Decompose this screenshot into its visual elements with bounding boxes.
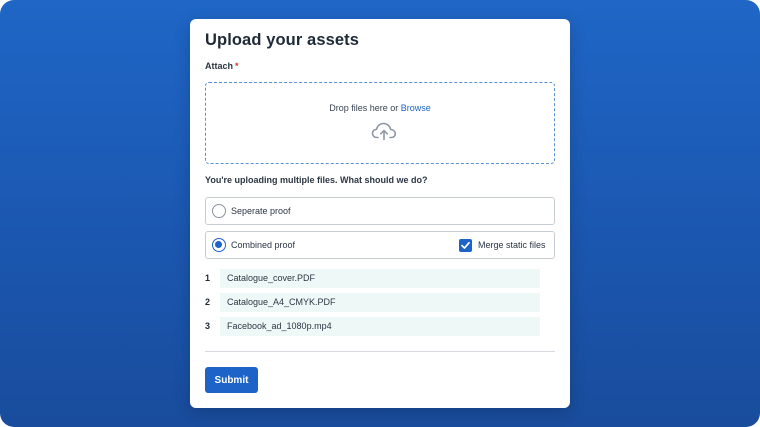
checkmark-icon (461, 241, 470, 249)
radio-combined-proof[interactable] (212, 238, 226, 252)
dropzone-instruction: Drop files here or (329, 103, 399, 113)
file-index: 1 (205, 273, 211, 283)
file-name: Facebook_ad_1080p.mp4 (220, 317, 540, 336)
option-separate-proof[interactable]: Seperate proof (205, 197, 555, 225)
file-index: 3 (205, 321, 211, 331)
file-list-item: 2 Catalogue_A4_CMYK.PDF (205, 293, 540, 312)
option-combined-proof[interactable]: Combined proof Merge static files (205, 231, 555, 259)
divider (205, 351, 555, 352)
option-label: Combined proof (231, 240, 296, 250)
file-index: 2 (205, 297, 211, 307)
file-name: Catalogue_cover.PDF (220, 269, 540, 288)
page-title: Upload your assets (205, 31, 360, 49)
merge-static-checkbox[interactable] (459, 239, 472, 252)
cloud-upload-icon (371, 122, 397, 141)
file-list-item: 3 Facebook_ad_1080p.mp4 (205, 317, 540, 336)
radio-separate-proof[interactable] (212, 204, 226, 218)
required-marker: * (235, 61, 239, 71)
attach-label: Attach * (205, 61, 239, 71)
merge-static-label: Merge static files (478, 240, 546, 250)
upload-card: Upload your assets Attach * Drop files he… (190, 19, 570, 408)
file-dropzone[interactable]: Drop files here or Browse (205, 82, 555, 164)
multi-file-question: You're uploading multiple files. What sh… (205, 175, 428, 185)
background: Upload your assets Attach * Drop files he… (0, 0, 760, 427)
option-label: Seperate proof (231, 206, 291, 216)
dropzone-text: Drop files here or Browse (206, 103, 554, 113)
file-list-item: 1 Catalogue_cover.PDF (205, 269, 540, 288)
submit-button[interactable]: Submit (205, 367, 258, 393)
file-name: Catalogue_A4_CMYK.PDF (220, 293, 540, 312)
browse-link[interactable]: Browse (401, 103, 431, 113)
attach-label-text: Attach (205, 61, 234, 71)
